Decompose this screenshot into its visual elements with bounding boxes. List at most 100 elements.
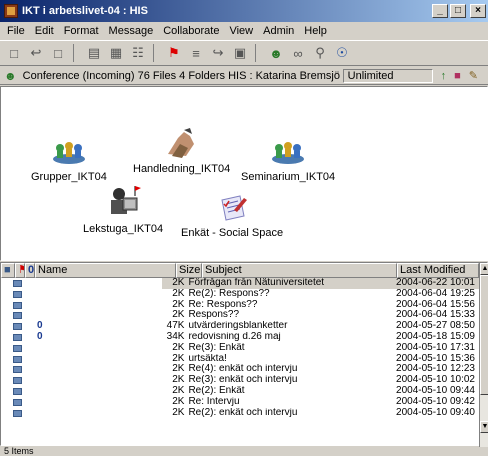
status-bar: 5 Items	[4, 446, 34, 456]
message-icon	[13, 377, 22, 385]
cell-subject: Re(3): Enkät	[188, 342, 245, 353]
table-row[interactable]: 2K Re(3): Enkät 2004-05-10 17:31	[1, 342, 479, 354]
people-icon[interactable]: ■	[454, 70, 461, 82]
table-row[interactable]: 2K Re(2): Respons?? 2004-06-04 19:25	[1, 287, 479, 300]
conference-icon: ☻	[4, 68, 17, 83]
quota-field: Unlimited	[342, 68, 433, 83]
folder-item[interactable]: Lekstuga_IKT04	[83, 186, 164, 235]
row-icons	[1, 289, 38, 300]
row-icons	[1, 300, 38, 311]
connect-icon[interactable]: ☉	[332, 43, 352, 63]
table-row[interactable]: 2K Re: Intervju 2004-05-10 09:42	[1, 395, 479, 408]
cell-subject: Re(2): Enkät	[188, 385, 245, 396]
online-icon[interactable]: ↑	[441, 70, 447, 82]
computer-user-icon	[103, 186, 143, 219]
cell-name	[38, 310, 162, 321]
row-icons	[1, 364, 38, 375]
folder-label: Seminarium_IKT04	[241, 171, 336, 183]
binoculars-icon[interactable]: ∞	[288, 43, 308, 63]
menu-edit[interactable]: Edit	[30, 25, 59, 37]
pen-icon[interactable]: ✎	[469, 69, 478, 82]
menu-collaborate[interactable]: Collaborate	[158, 25, 224, 37]
vertical-scrollbar[interactable]: ▲ ▼	[479, 263, 488, 447]
message-icon	[13, 290, 22, 298]
folder-label: Handledning_IKT04	[133, 163, 231, 175]
menu-message[interactable]: Message	[104, 25, 159, 37]
message-icon	[13, 312, 22, 320]
new-document-icon[interactable]: □	[4, 43, 24, 63]
maximize-button[interactable]: □	[450, 4, 466, 18]
cell-last-modified: 2004-05-10 09:40	[396, 406, 475, 418]
message-icon	[13, 409, 22, 417]
cell-size: 2K	[172, 395, 185, 407]
cell-name	[38, 332, 162, 343]
close-button[interactable]: ×	[470, 4, 486, 18]
column-header-last-modified[interactable]: Last Modified	[397, 263, 479, 278]
menu-admin[interactable]: Admin	[258, 25, 299, 37]
flag-column-icon[interactable]: ⚑	[15, 263, 25, 278]
group-icon	[268, 135, 308, 167]
row-icons	[1, 278, 38, 289]
cell-subject: Respons??	[188, 310, 240, 321]
forward-icon[interactable]: ↪	[208, 43, 228, 63]
cell-subject: Re(4): enkät och intervju	[188, 364, 298, 375]
folder-item[interactable]: Enkät - Social Space	[181, 191, 283, 239]
cell-subject: Re(3): enkät och intervju	[188, 375, 298, 386]
column-header-size[interactable]: Size	[176, 263, 202, 278]
scroll-down-icon[interactable]: ▼	[480, 421, 488, 433]
folder-label: Lekstuga_IKT04	[83, 223, 164, 235]
tree-icon[interactable]: ≡	[186, 43, 206, 63]
handshake-icon	[162, 127, 202, 159]
column-header-name[interactable]: Name	[35, 263, 176, 278]
form-icon	[212, 191, 252, 223]
delete-icon[interactable]: ▦	[106, 43, 126, 63]
move-icon[interactable]: ☷	[128, 43, 148, 63]
folder-icon[interactable]: ▣	[230, 43, 250, 63]
cell-subject: Re(2): enkät och intervju	[188, 407, 298, 418]
folder-item[interactable]: Seminarium_IKT04	[241, 135, 335, 183]
folder-item[interactable]: Grupper_IKT04	[31, 135, 107, 183]
app-icon	[4, 4, 18, 18]
menu-help[interactable]: Help	[299, 25, 332, 37]
cell-subject: Re(2): Respons??	[188, 288, 270, 299]
reply-icon[interactable]: ↩	[26, 43, 46, 63]
row-icons	[1, 397, 38, 408]
cell-subject: Re: Intervju	[188, 396, 240, 407]
cell-name	[38, 408, 162, 419]
folder-label: Enkät - Social Space	[181, 227, 284, 239]
cell-name	[38, 364, 162, 375]
group-icon	[49, 135, 89, 167]
search-icon[interactable]: ⚲	[310, 43, 330, 63]
cell-name	[38, 386, 162, 397]
attachment-column-icon[interactable]: 0	[25, 263, 35, 278]
menu-file[interactable]: File	[2, 25, 30, 37]
flag-icon[interactable]: ⚑	[164, 43, 184, 63]
cell-size: 2K	[172, 406, 185, 418]
type-column-icon[interactable]: ■	[1, 263, 15, 278]
menu-view[interactable]: View	[224, 25, 258, 37]
row-icons: 0	[1, 331, 43, 343]
minimize-button[interactable]: _	[432, 4, 448, 18]
table-row[interactable]: 2K Re(2): enkät och intervju 2004-05-10 09…	[1, 406, 479, 419]
menu-format[interactable]: Format	[59, 25, 104, 37]
cell-name	[38, 354, 162, 365]
cell-name	[38, 321, 162, 332]
cell-name	[38, 375, 162, 386]
list-rows: 2K Förfrågan från Nätuniversitetet 2004-06…	[1, 277, 479, 419]
cell-last-modified: 2004-06-04 19:25	[396, 287, 475, 299]
scroll-up-icon[interactable]: ▲	[480, 263, 488, 275]
new-message-icon[interactable]: □	[48, 43, 68, 63]
message-icon	[13, 355, 22, 363]
scroll-thumb[interactable]	[480, 275, 488, 395]
cell-subject: Förfrågan från Nätuniversitetet	[188, 278, 325, 288]
toolbar: □ ↩ □ ▤ ▦ ☷ ⚑ ≡ ↪ ▣ ☻ ∞ ⚲ ☉	[0, 40, 488, 66]
row-icons: 0	[1, 320, 43, 332]
column-header-subject[interactable]: Subject	[202, 263, 397, 278]
message-icon	[13, 301, 22, 309]
print-icon[interactable]: ▤	[84, 43, 104, 63]
users-icon[interactable]: ☻	[266, 43, 286, 63]
cell-name	[38, 397, 162, 408]
folder-item[interactable]: Handledning_IKT04	[133, 127, 230, 175]
message-list: ■ ⚑ 0 Name Size Subject Last Modified 2K…	[0, 262, 488, 447]
title-bar[interactable]: IKT i arbetslivet-04 : HIS _ □ ×	[0, 0, 488, 22]
